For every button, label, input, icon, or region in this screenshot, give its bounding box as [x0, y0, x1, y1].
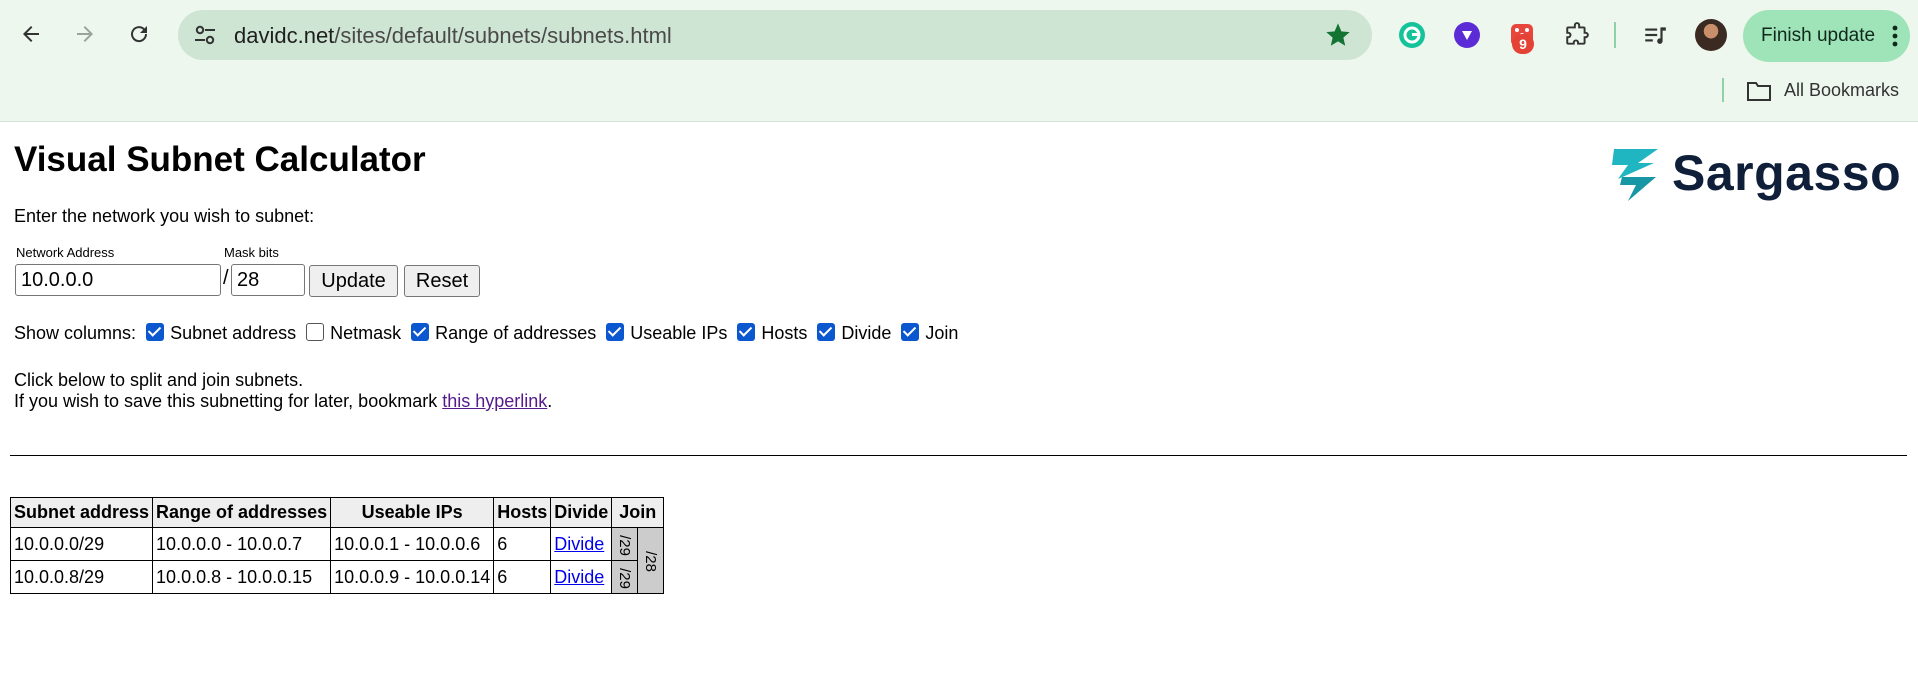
checkbox-subnet-address[interactable]	[146, 322, 165, 341]
url-path: /sites/default/subnets/subnets.html	[334, 23, 672, 48]
join-parent-cell[interactable]: /28	[637, 527, 665, 594]
instructions-line-1: Click below to split and join subnets.	[14, 370, 304, 390]
update-button[interactable]: Update	[309, 265, 398, 297]
reload-button[interactable]	[119, 14, 159, 54]
divide-cell: Divide	[550, 560, 613, 594]
subnet-cell: 10.0.0.0/29	[9, 527, 154, 561]
divider-line	[10, 455, 1907, 456]
forward-arrow-icon	[77, 26, 93, 42]
column-header: Useable IPs	[330, 497, 495, 528]
join-cell[interactable]: /29	[611, 560, 639, 594]
browser-toolbar: davidc.net/sites/default/subnets/subnets…	[0, 0, 1918, 122]
show-columns-label: Show columns:	[14, 323, 137, 343]
finish-update-button[interactable]: Finish update	[1743, 10, 1910, 62]
url-text[interactable]: davidc.net/sites/default/subnets/subnets…	[234, 23, 672, 49]
profile-avatar[interactable]	[1695, 19, 1727, 51]
checkbox-label: Range of addresses	[435, 323, 597, 343]
folder-icon[interactable]	[1746, 80, 1772, 102]
media-control-icon[interactable]	[1638, 18, 1672, 52]
checkbox-label: Divide	[841, 323, 892, 343]
reset-button[interactable]: Reset	[404, 265, 480, 297]
checkbox-useable-ips[interactable]	[606, 322, 625, 341]
checkbox-label: Netmask	[330, 323, 402, 343]
extension-badge: 9	[1512, 34, 1534, 54]
checkbox-label: Hosts	[761, 323, 808, 343]
table-header-row: Subnet address Range of addresses Useabl…	[9, 497, 665, 528]
back-arrow-icon	[23, 26, 39, 42]
page-title: Visual Subnet Calculator	[14, 140, 426, 179]
column-header: Subnet address	[9, 497, 154, 528]
logo-mark-icon	[1612, 149, 1658, 201]
divide-link[interactable]: Divide	[554, 567, 604, 587]
hosts-cell: 6	[493, 560, 552, 594]
grammarly-extension-icon[interactable]	[1395, 18, 1429, 52]
divide-link[interactable]: Divide	[554, 534, 604, 554]
instructions: Click below to split and join subnets. I…	[14, 370, 552, 412]
checkbox-label: Join	[925, 323, 959, 343]
table-row: 10.0.0.0/29 10.0.0.0 - 10.0.0.7 10.0.0.1…	[9, 527, 665, 594]
useable-cell: 10.0.0.9 - 10.0.0.14	[330, 560, 495, 594]
column-header: Join	[611, 497, 665, 528]
divide-cell: Divide	[550, 527, 613, 561]
logo-text: Sargasso	[1672, 145, 1902, 201]
back-button[interactable]	[11, 14, 51, 54]
join-parent-label: /28	[642, 551, 660, 572]
mask-bits-input[interactable]	[231, 264, 305, 296]
column-header: Range of addresses	[152, 497, 332, 528]
checkbox-join[interactable]	[901, 322, 920, 341]
checkbox-label: Useable IPs	[630, 323, 728, 343]
all-bookmarks-link[interactable]: All Bookmarks	[1784, 80, 1899, 101]
instructions-suffix: .	[547, 391, 553, 411]
checkbox-range[interactable]	[411, 322, 430, 341]
forward-button[interactable]	[65, 14, 105, 54]
subnet-table: Subnet address Range of addresses Useabl…	[9, 497, 665, 594]
mask-bits-label: Mask bits	[224, 245, 279, 260]
join-label: /29	[616, 567, 634, 589]
checkbox-hosts[interactable]	[737, 322, 756, 341]
intro-text: Enter the network you wish to subnet:	[14, 206, 315, 226]
range-cell: 10.0.0.8 - 10.0.0.15	[152, 560, 332, 594]
table-row: 10.0.0.8/29 10.0.0.8 - 10.0.0.15 10.0.0.…	[9, 560, 664, 594]
column-header: Divide	[550, 497, 613, 528]
more-menu-icon[interactable]	[1892, 24, 1898, 48]
bookmarks-divider	[1722, 78, 1724, 102]
bookmark-hyperlink[interactable]: this hyperlink	[442, 391, 547, 411]
join-cell[interactable]: /29	[611, 527, 639, 561]
join-label: /29	[616, 534, 634, 556]
url-host: davidc.net	[234, 23, 335, 48]
range-cell: 10.0.0.0 - 10.0.0.7	[152, 527, 332, 561]
checkbox-label: Subnet address	[170, 323, 297, 343]
instructions-line-2: If you wish to save this subnetting for …	[14, 391, 552, 412]
site-settings-icon[interactable]	[192, 22, 218, 48]
bookmark-star-icon[interactable]	[1324, 21, 1352, 49]
useable-cell: 10.0.0.1 - 10.0.0.6	[330, 527, 495, 561]
extensions-puzzle-icon[interactable]	[1560, 18, 1594, 52]
checkbox-divide[interactable]	[817, 322, 836, 341]
finish-update-label: Finish update	[1761, 25, 1876, 46]
checkbox-netmask[interactable]	[306, 322, 325, 341]
hosts-cell: 6	[493, 527, 552, 561]
subnet-cell: 10.0.0.8/29	[9, 560, 154, 594]
page-content: Visual Subnet Calculator Sargasso Enter …	[0, 123, 1918, 696]
network-address-input[interactable]	[15, 264, 221, 296]
network-address-label: Network Address	[16, 245, 115, 260]
shield-extension-icon[interactable]	[1450, 18, 1484, 52]
slash-separator: /	[223, 267, 229, 289]
column-header: Hosts	[493, 497, 552, 528]
reload-icon	[131, 26, 148, 43]
sargasso-logo[interactable]: Sargasso	[1608, 143, 1902, 203]
show-columns-row: Show columns: Subnet address Netmask Ran…	[14, 322, 959, 344]
address-bar[interactable]: davidc.net/sites/default/subnets/subnets…	[178, 10, 1372, 60]
toolbar-divider	[1614, 22, 1616, 48]
instructions-prefix: If you wish to save this subnetting for …	[14, 391, 443, 411]
